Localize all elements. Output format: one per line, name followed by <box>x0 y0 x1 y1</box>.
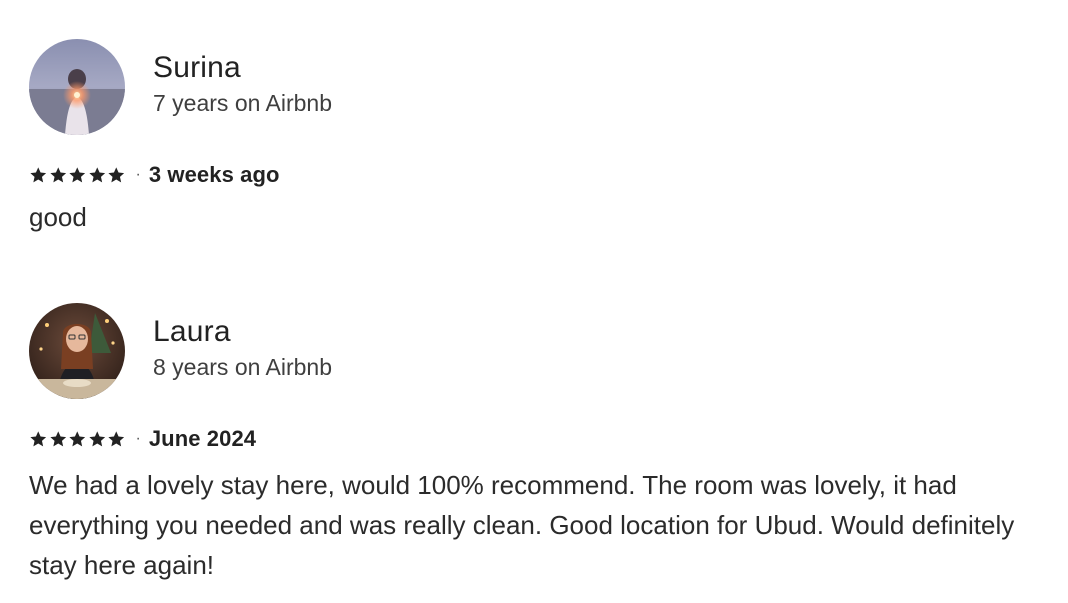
star-icon <box>88 167 105 183</box>
star-icon <box>108 167 125 183</box>
star-icon <box>108 431 125 447</box>
review-item: Laura 8 years on Airbnb · June 2024 We h… <box>29 302 1049 585</box>
star-icon <box>49 167 66 183</box>
avatar[interactable] <box>29 302 125 399</box>
avatar-photo-surina <box>29 38 125 135</box>
avatar[interactable] <box>29 38 125 135</box>
avatar-photo-laura <box>29 302 125 399</box>
reviewer-name[interactable]: Laura <box>153 314 332 350</box>
reviewer-name[interactable]: Surina <box>153 50 332 86</box>
star-icon <box>30 431 47 447</box>
review-date: 3 weeks ago <box>148 162 280 187</box>
separator-dot: · <box>135 430 141 447</box>
review-text: We had a lovely stay here, would 100% re… <box>29 470 1015 580</box>
reviewer-info: Surina 7 years on Airbnb <box>153 50 332 118</box>
star-icon <box>49 431 66 447</box>
review-item: Surina 7 years on Airbnb · 3 weeks ago g… <box>29 38 1049 237</box>
star-icon <box>69 167 86 183</box>
review-meta: · 3 weeks ago <box>29 163 1049 187</box>
star-icon <box>30 167 47 183</box>
review-date: June 2024 <box>148 426 257 451</box>
star-icon <box>69 431 86 447</box>
reviewer-header: Surina 7 years on Airbnb <box>29 38 1049 135</box>
reviewer-header: Laura 8 years on Airbnb <box>29 302 1049 399</box>
reviewer-info: Laura 8 years on Airbnb <box>153 314 332 382</box>
star-rating <box>29 430 126 448</box>
reviewer-tenure: 7 years on Airbnb <box>153 89 333 116</box>
star-rating <box>29 166 126 184</box>
review-meta: · June 2024 <box>29 427 1049 451</box>
star-icon <box>88 431 105 447</box>
separator-dot: · <box>135 166 141 183</box>
review-text: good <box>29 202 87 232</box>
reviewer-tenure: 8 years on Airbnb <box>153 353 333 380</box>
